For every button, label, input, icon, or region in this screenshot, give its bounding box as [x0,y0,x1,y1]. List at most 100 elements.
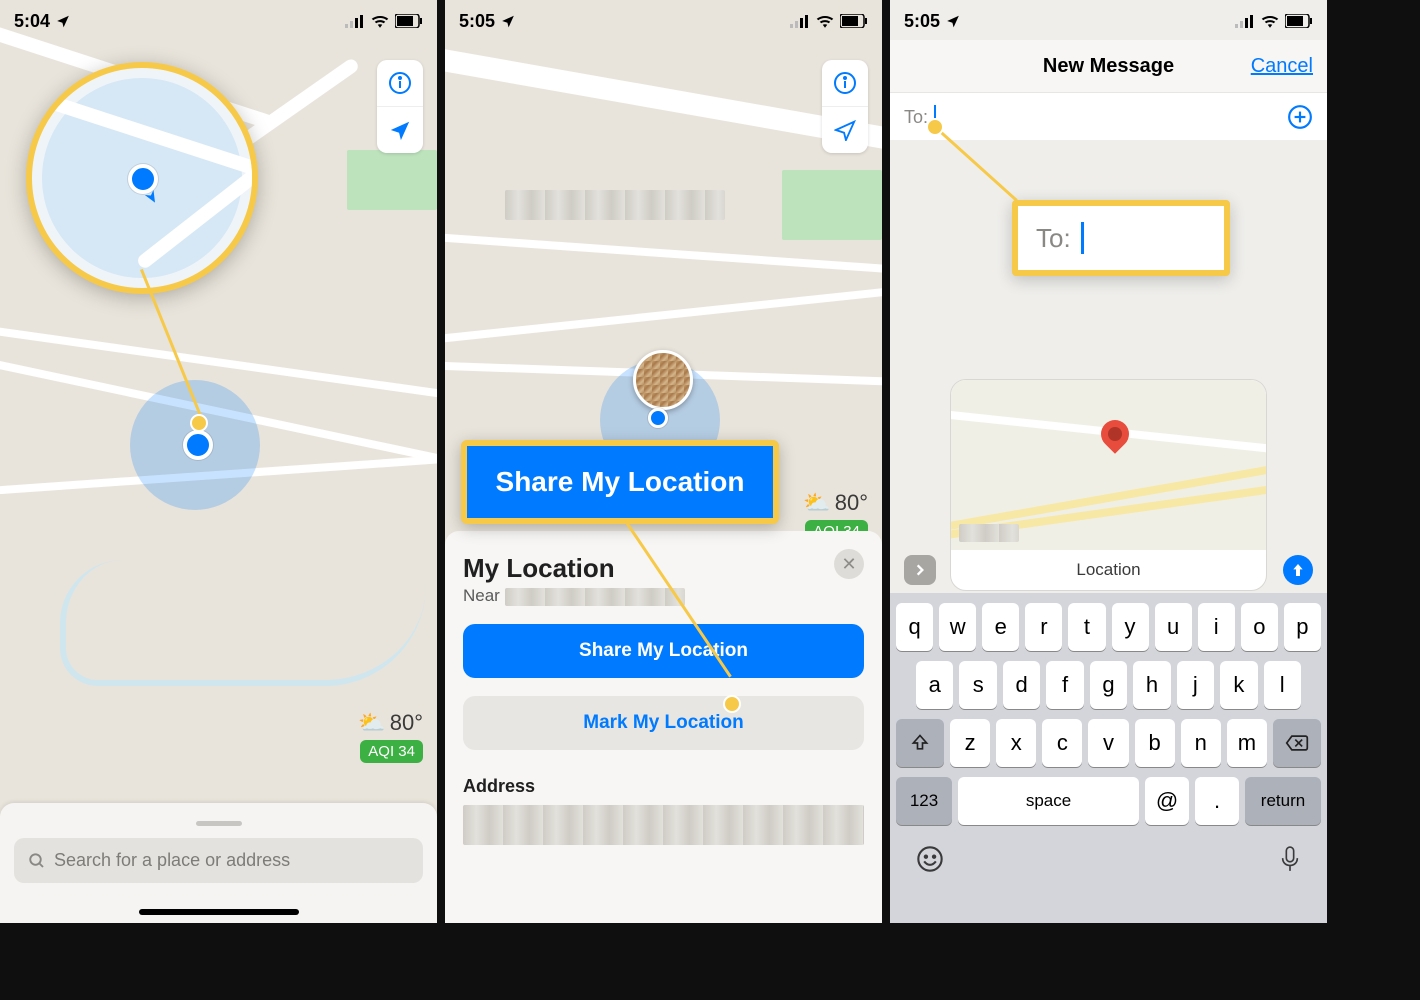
key-g[interactable]: g [1090,661,1127,709]
location-card[interactable]: ✕ My Location Near Share My Location Mar… [445,531,882,923]
key-h[interactable]: h [1133,661,1170,709]
location-avatar[interactable] [633,350,693,410]
location-attachment[interactable]: Location [950,379,1267,591]
sheet-grabber[interactable] [196,821,242,826]
key-k[interactable]: k [1220,661,1257,709]
key-f[interactable]: f [1046,661,1083,709]
battery-icon [1285,14,1313,28]
key-c[interactable]: c [1042,719,1082,767]
wifi-icon [371,14,389,28]
shift-icon [910,733,930,753]
weather-badge[interactable]: ⛅80° AQI 34 [358,710,423,763]
add-contact-button[interactable] [1287,104,1313,130]
arrow-up-icon [1290,562,1306,578]
backspace-icon [1285,734,1309,752]
close-button[interactable]: ✕ [834,549,864,579]
microphone-icon [1279,845,1301,873]
location-services-icon [501,14,515,28]
dictate-button[interactable] [1279,845,1301,873]
kb-row-2: asdfghjkl [896,661,1321,709]
key-b[interactable]: b [1135,719,1175,767]
key-j[interactable]: j [1177,661,1214,709]
key-d[interactable]: d [1003,661,1040,709]
location-services-icon [946,14,960,28]
mark-location-button[interactable]: Mark My Location [463,696,864,750]
home-indicator[interactable] [139,909,299,915]
clock: 5:05 [459,11,495,32]
map-pin-icon [1101,420,1129,448]
search-field[interactable]: Search for a place or address [14,838,423,883]
emoji-icon [916,845,944,873]
callout-highlight: Share My Location [461,440,779,524]
key-q[interactable]: q [896,603,933,651]
key-a[interactable]: a [916,661,953,709]
nav-title: New Message [1043,55,1174,78]
key-i[interactable]: i [1198,603,1235,651]
key-x[interactable]: x [996,719,1036,767]
key-p[interactable]: p [1284,603,1321,651]
map-controls [822,60,868,153]
key-v[interactable]: v [1088,719,1128,767]
emoji-button[interactable] [916,845,944,873]
backspace-key[interactable] [1273,719,1321,767]
locate-arrow-icon [389,119,411,141]
key-r[interactable]: r [1025,603,1062,651]
numbers-key[interactable]: 123 [896,777,952,825]
address-heading: Address [463,776,864,797]
to-field[interactable]: To: [890,92,1327,142]
key-s[interactable]: s [959,661,996,709]
chevron-right-icon [913,563,927,577]
wifi-icon [816,14,834,28]
info-icon [833,71,857,95]
locate-button[interactable] [822,106,868,153]
key-w[interactable]: w [939,603,976,651]
send-button[interactable] [1283,555,1313,585]
at-key[interactable]: @ [1145,777,1189,825]
info-button[interactable] [377,60,423,106]
locate-arrow-icon [834,119,856,141]
cell-signal-icon [1235,14,1255,28]
clock: 5:05 [904,11,940,32]
key-l[interactable]: l [1264,661,1301,709]
keyboard[interactable]: qwertyuiop asdfghjkl zxcvbnm 123 space @… [890,593,1327,923]
weather-icon: ⛅ [803,490,830,516]
space-key[interactable]: space [958,777,1139,825]
redacted-text [463,805,864,845]
info-button[interactable] [822,60,868,106]
callout-highlight: To: [1012,200,1230,276]
wifi-icon [1261,14,1279,28]
map-controls [377,60,423,153]
kb-row-3: zxcvbnm [896,719,1321,767]
location-services-icon [56,14,70,28]
key-y[interactable]: y [1112,603,1149,651]
key-o[interactable]: o [1241,603,1278,651]
key-t[interactable]: t [1068,603,1105,651]
kb-row-1: qwertyuiop [896,603,1321,651]
current-location-dot[interactable] [648,408,668,428]
return-key[interactable]: return [1245,777,1321,825]
key-n[interactable]: n [1181,719,1221,767]
search-icon [28,852,46,870]
key-u[interactable]: u [1155,603,1192,651]
status-bar: 5:05 [890,6,1327,36]
share-location-button[interactable]: Share My Location [463,624,864,678]
dot-key[interactable]: . [1195,777,1239,825]
to-label: To: [904,107,928,128]
weather-icon: ⛅ [358,710,385,736]
key-m[interactable]: m [1227,719,1267,767]
key-z[interactable]: z [950,719,990,767]
info-icon [388,71,412,95]
cell-signal-icon [790,14,810,28]
callout-magnifier [26,62,258,294]
shift-key[interactable] [896,719,944,767]
locate-button[interactable] [377,106,423,153]
search-sheet[interactable]: Search for a place or address [0,803,437,923]
key-e[interactable]: e [982,603,1019,651]
current-location-dot[interactable] [183,430,213,460]
expand-apps-button[interactable] [904,555,936,585]
aqi-badge: AQI 34 [360,740,423,763]
redacted-text [505,588,685,606]
nav-bar: New Message Cancel [890,40,1327,93]
cancel-button[interactable]: Cancel [1251,55,1313,78]
status-bar: 5:05 [445,6,882,36]
